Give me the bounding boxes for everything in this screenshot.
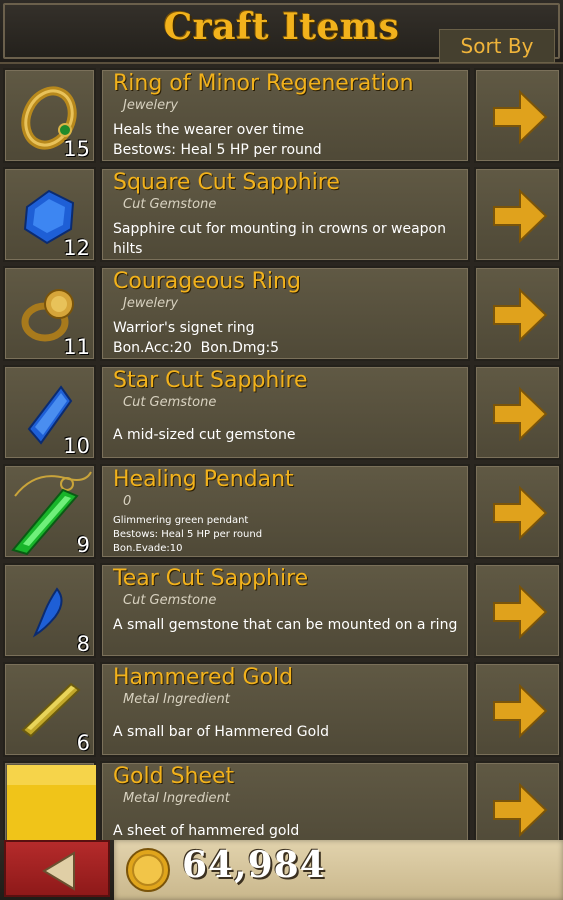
item-info-cell[interactable]: Square Cut Sapphire Cut Gemstone Sapphir… [100,167,470,262]
footer-bar: 64,984 [0,840,563,900]
craft-arrow-button[interactable] [474,761,561,840]
item-quantity: 12 [63,236,90,260]
item-description-line: Warrior's signet ring [113,320,255,336]
gold-balance-panel: 64,984 [114,840,563,900]
craft-arrow-button[interactable] [474,464,561,559]
arrow-right-icon [493,782,548,838]
back-button[interactable] [4,840,110,897]
craft-item-list[interactable]: 15 Ring of Minor Regeneration Jewelery H… [0,66,563,840]
item-name: Ring of Minor Regeneration [113,71,414,96]
list-item[interactable]: 10 Star Cut Sapphire Cut Gemstone A mid-… [0,363,563,462]
item-icon-cell[interactable] [3,761,96,840]
arrow-right-icon [493,188,548,244]
item-icon-cell[interactable]: 11 [3,266,96,361]
item-type: Jewelery [123,296,179,311]
craft-arrow-button[interactable] [474,167,561,262]
list-item[interactable]: 15 Ring of Minor Regeneration Jewelery H… [0,66,563,165]
craft-arrow-button[interactable] [474,266,561,361]
item-type: Cut Gemstone [123,593,217,608]
item-description: A small bar of Hammered Gold [113,724,329,740]
sort-by-button[interactable]: Sort By [439,29,555,63]
item-icon-cell[interactable]: 12 [3,167,96,262]
item-info-cell[interactable]: Hammered Gold Metal Ingredient A small b… [100,662,470,757]
list-item[interactable]: 12 Square Cut Sapphire Cut Gemstone Sapp… [0,165,563,264]
arrow-right-icon [493,386,548,442]
item-description: Heals the wearer over time Bestows: Heal… [113,120,462,160]
item-description-line: Bon.Acc:20 Bon.Dmg:5 [113,340,280,356]
list-item[interactable]: 9 Healing Pendant 0 Glimmering green pen… [0,462,563,561]
item-description-line: Heals the wearer over time [113,122,304,138]
item-icon-cell[interactable]: 15 [3,68,96,163]
list-item[interactable]: 6 Hammered Gold Metal Ingredient A small… [0,660,563,759]
item-type: 0 [123,494,132,509]
item-type: Jewelery [123,98,179,113]
item-name: Square Cut Sapphire [113,170,340,195]
item-description: A small gemstone that can be mounted on … [113,617,458,633]
item-info-cell[interactable]: Gold Sheet Metal Ingredient A sheet of h… [100,761,470,840]
list-item[interactable]: 8 Tear Cut Sapphire Cut Gemstone A small… [0,561,563,660]
item-type: Cut Gemstone [123,197,217,212]
craft-arrow-button[interactable] [474,365,561,460]
item-description: Sapphire cut for mounting in crowns or w… [113,221,446,257]
item-info-cell[interactable]: Star Cut Sapphire Cut Gemstone A mid-siz… [100,365,470,460]
item-description: A mid-sized cut gemstone [113,427,296,443]
item-name: Star Cut Sapphire [113,368,308,393]
item-info-cell[interactable]: Courageous Ring Jewelery Warrior's signe… [100,266,470,361]
item-description-line: Glimmering green pendant [113,515,249,526]
item-description-line: Bestows: Heal 5 HP per round [113,142,322,158]
craft-arrow-button[interactable] [474,662,561,757]
item-quantity: 15 [63,137,90,161]
item-quantity: 9 [76,533,90,557]
arrow-right-icon [493,287,548,343]
header-bar: Craft Items Sort By [0,0,563,64]
item-icon-cell[interactable]: 10 [3,365,96,460]
item-icon-cell[interactable]: 8 [3,563,96,658]
item-quantity: 10 [63,434,90,458]
item-name: Healing Pendant [113,467,294,492]
gold-sheet-icon [7,765,96,840]
arrow-right-icon [493,89,548,145]
item-description: Glimmering green pendant Bestows: Heal 5… [113,514,462,556]
craft-arrow-button[interactable] [474,563,561,658]
item-type: Metal Ingredient [123,791,230,806]
gold-coin-icon [126,848,170,892]
item-name: Courageous Ring [113,269,301,294]
arrow-right-icon [493,485,548,541]
item-info-cell[interactable]: Tear Cut Sapphire Cut Gemstone A small g… [100,563,470,658]
item-name: Tear Cut Sapphire [113,566,309,591]
list-item[interactable]: 11 Courageous Ring Jewelery Warrior's si… [0,264,563,363]
item-description-line: Bestows: Heal 5 HP per round [113,529,263,540]
arrow-left-icon [42,851,75,891]
item-info-cell[interactable]: Ring of Minor Regeneration Jewelery Heal… [100,68,470,163]
item-description: A sheet of hammered gold [113,823,300,839]
craft-arrow-button[interactable] [474,68,561,163]
item-name: Gold Sheet [113,764,235,789]
item-quantity: 6 [76,731,90,755]
item-quantity: 8 [76,632,90,656]
item-quantity: 11 [63,335,90,359]
item-name: Hammered Gold [113,665,294,690]
item-icon-cell[interactable]: 6 [3,662,96,757]
arrow-right-icon [493,683,548,739]
item-info-cell[interactable]: Healing Pendant 0 Glimmering green penda… [100,464,470,559]
item-description-line: Bon.Evade:10 [113,543,183,554]
list-item[interactable]: Gold Sheet Metal Ingredient A sheet of h… [0,759,563,840]
gold-amount: 64,984 [182,844,326,886]
item-icon-cell[interactable]: 9 [3,464,96,559]
item-description: Warrior's signet ring Bon.Acc:20 Bon.Dmg… [113,318,462,358]
item-type: Cut Gemstone [123,395,217,410]
item-type: Metal Ingredient [123,692,230,707]
arrow-right-icon [493,584,548,640]
